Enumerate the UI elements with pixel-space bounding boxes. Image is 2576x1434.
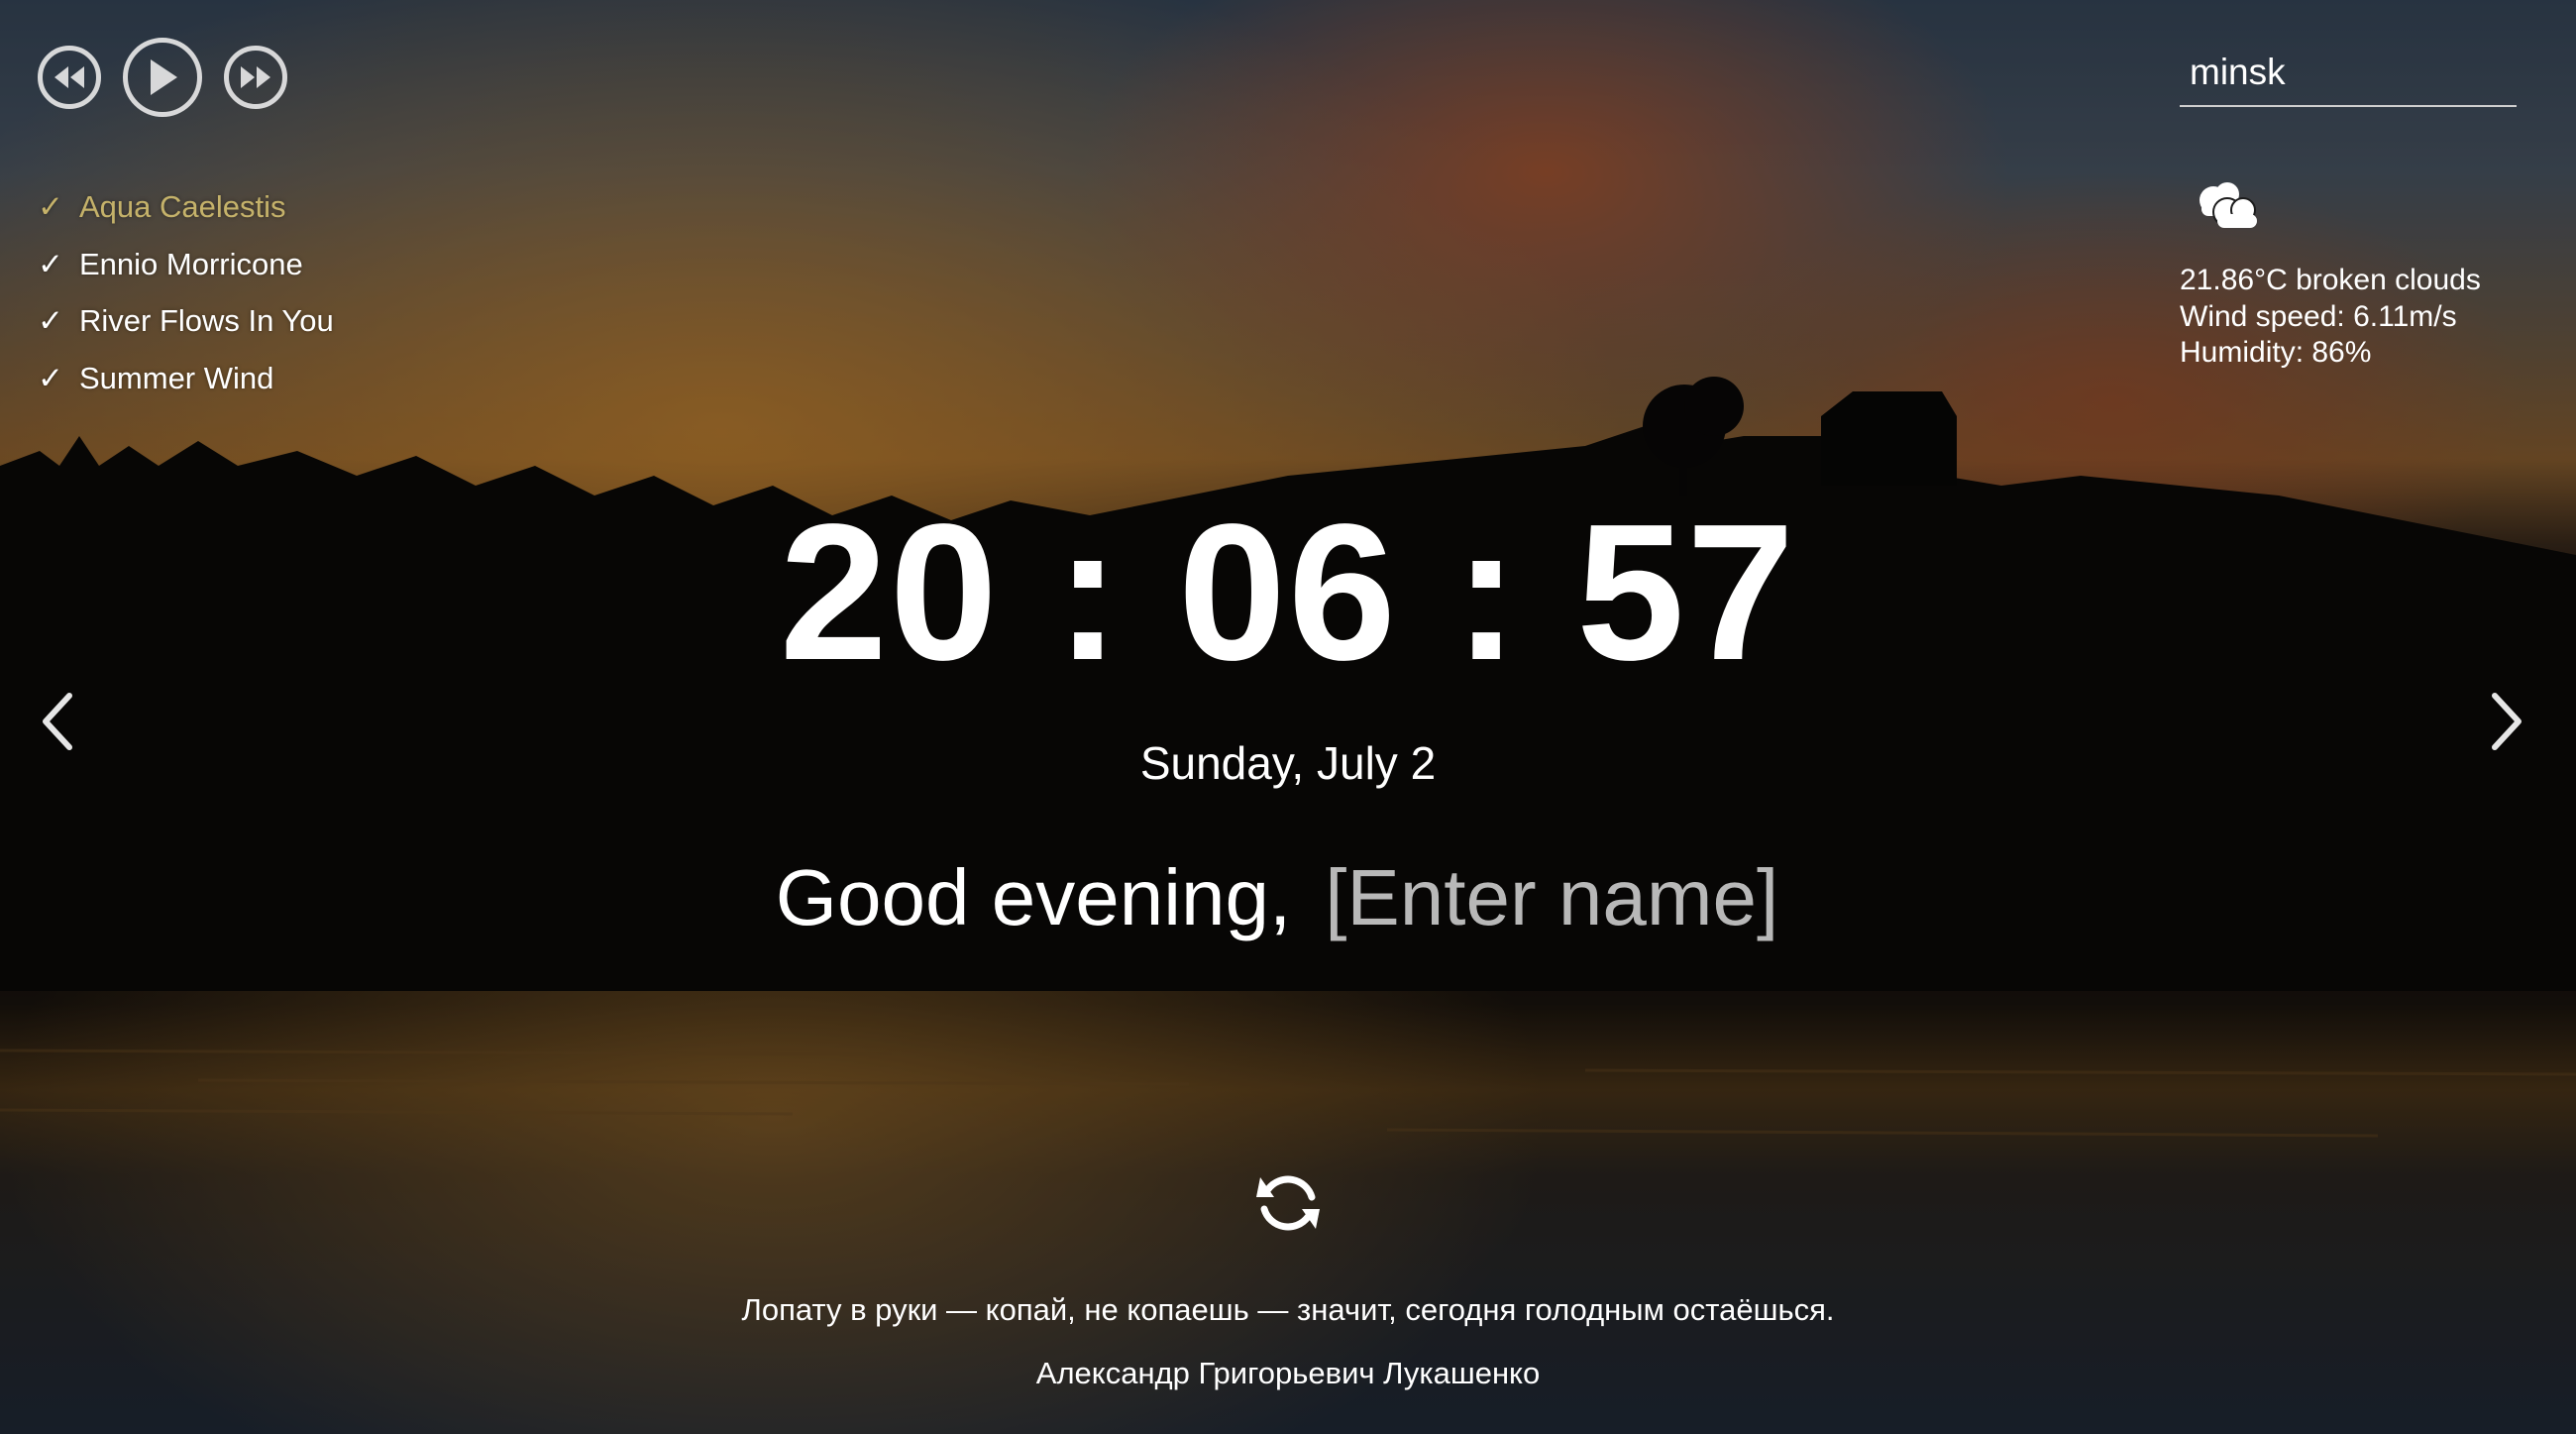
clock-time: 20 : 06 : 57 (779, 484, 1797, 701)
playlist-item-title: River Flows In You (79, 303, 334, 338)
quote-author: Александр Григорьевич Лукашенко (1035, 1356, 1541, 1390)
play-button[interactable] (123, 38, 202, 117)
broken-clouds-icon (2200, 182, 2257, 228)
playlist-item[interactable]: ✓ Ennio Morricone (38, 236, 334, 293)
weather-widget: 21.86°C broken clouds Wind speed: 6.11m/… (2180, 40, 2517, 372)
playlist-item-title: Ennio Morricone (79, 246, 303, 281)
weather-description: 21.86°C broken clouds (2180, 264, 2481, 296)
check-icon: ✓ (38, 360, 63, 395)
greeting: Good evening, (0, 848, 2576, 947)
weather-info: 21.86°C broken clouds Wind speed: 6.11m/… (2180, 263, 2517, 372)
audio-player (38, 38, 287, 117)
fast-forward-icon (241, 66, 270, 88)
rewind-button[interactable] (38, 46, 101, 109)
humidity: Humidity: 86% (2180, 336, 2372, 369)
check-icon: ✓ (38, 246, 63, 281)
playlist-item-title: Aqua Caelestis (79, 189, 286, 224)
fast-forward-button[interactable] (224, 46, 287, 109)
playlist-item-title: Summer Wind (79, 360, 274, 395)
clock-date: Sunday, July 2 (1139, 737, 1437, 789)
name-input[interactable] (1325, 852, 1801, 943)
rewind-icon (54, 66, 84, 88)
refresh-icon[interactable] (1252, 1167, 1324, 1239)
play-icon (151, 59, 177, 95)
check-icon: ✓ (38, 303, 63, 338)
wind-speed: Wind speed: 6.11m/s (2180, 299, 2457, 333)
quote-text: Лопату в руки — копай, не копаешь — знач… (741, 1292, 1835, 1327)
playlist-item[interactable]: ✓ Aqua Caelestis (38, 178, 334, 236)
playlist-item[interactable]: ✓ River Flows In You (38, 292, 334, 350)
playlist-item[interactable]: ✓ Summer Wind (38, 350, 334, 407)
city-input[interactable] (2180, 40, 2517, 107)
greeting-text: Good evening, (775, 853, 1292, 941)
check-icon: ✓ (38, 189, 63, 224)
playlist: ✓ Aqua Caelestis ✓ Ennio Morricone ✓ River … (38, 178, 334, 406)
